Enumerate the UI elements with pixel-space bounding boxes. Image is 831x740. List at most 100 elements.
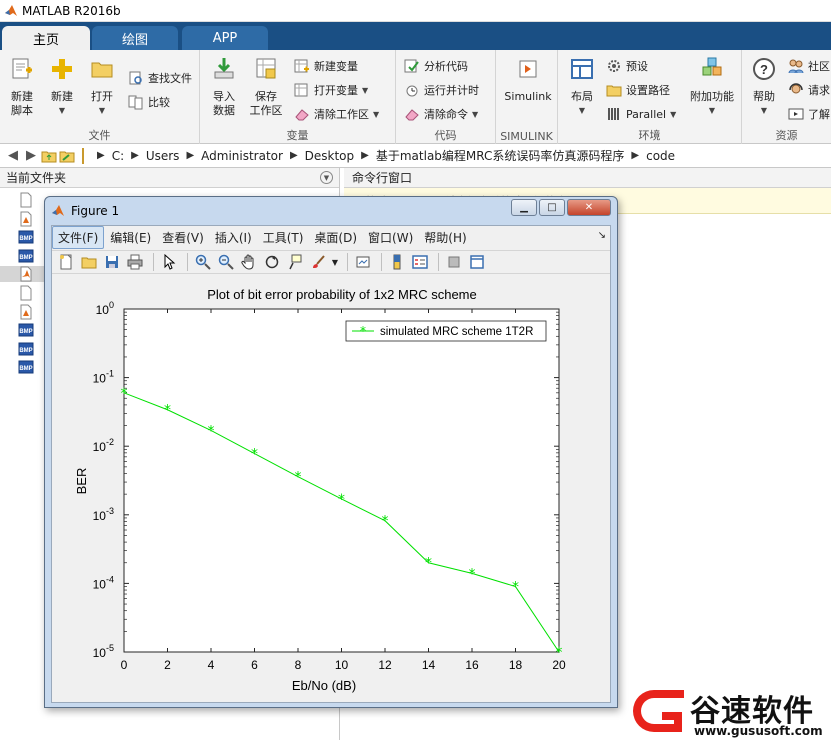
menu-view[interactable]: 查看(V) xyxy=(157,227,209,248)
x-axis-label: Eb/No (dB) xyxy=(292,678,356,693)
analyze-code-icon xyxy=(404,59,419,73)
brush-icon[interactable] xyxy=(308,252,328,272)
import-data-button[interactable]: 导入 数据 xyxy=(202,56,246,118)
command-window-title: 命令行窗口 xyxy=(352,171,413,185)
open-variable-button[interactable]: 打开变量 ▼ xyxy=(294,80,368,100)
dock-arrow-icon[interactable]: ↘ xyxy=(598,230,606,241)
new-variable-button[interactable]: 新建变量 xyxy=(294,56,358,76)
pan-icon[interactable] xyxy=(239,252,259,272)
browse-folder-icon[interactable] xyxy=(58,147,76,165)
layout-icon xyxy=(571,59,593,79)
close-button[interactable]: ✕ xyxy=(567,199,611,216)
path-segment[interactable]: Administrator xyxy=(201,149,283,163)
new-button[interactable]: 新建 ▼ xyxy=(40,56,84,118)
menu-window[interactable]: 窗口(W) xyxy=(363,227,418,248)
new-figure-icon[interactable] xyxy=(56,252,76,272)
legend[interactable]: * simulated MRC scheme 1T2R xyxy=(345,320,547,342)
bmp-file-icon[interactable]: BMP xyxy=(18,322,36,338)
menu-edit[interactable]: 编辑(E) xyxy=(105,227,156,248)
file-group-label: 文件 xyxy=(88,129,111,142)
forward-arrow-icon[interactable]: ▶ xyxy=(22,147,40,165)
clear-commands-button[interactable]: 清除命令 ▼ xyxy=(404,104,478,124)
fig-file-icon[interactable] xyxy=(18,211,36,227)
save-workspace-button[interactable]: 保存 工作区 xyxy=(244,56,288,118)
chevron-down-icon: ▼ xyxy=(472,109,479,119)
set-path-button[interactable]: 设置路径 xyxy=(606,80,670,100)
minimize-button[interactable]: ▁ xyxy=(511,199,537,216)
menu-file[interactable]: 文件(F) xyxy=(52,225,105,249)
new-script-label: 新建 脚本 xyxy=(11,90,33,117)
fig-file-icon[interactable] xyxy=(18,304,36,320)
zoom-out-icon[interactable] xyxy=(216,252,236,272)
show-plot-tools-icon[interactable] xyxy=(467,252,487,272)
tab-plots[interactable]: 绘图 xyxy=(92,26,178,50)
path-segment[interactable]: C: xyxy=(112,149,124,163)
find-files-button[interactable]: 查找文件 xyxy=(128,68,192,88)
open-button[interactable]: 打开 ▼ xyxy=(80,56,124,118)
addons-button[interactable]: 附加功能 ▼ xyxy=(686,56,738,118)
path-separator: ▶ xyxy=(289,150,298,161)
menu-tools[interactable]: 工具(T) xyxy=(258,227,309,248)
path-segment[interactable]: code xyxy=(646,149,675,163)
link-icon[interactable] xyxy=(353,252,373,272)
colorbar-icon[interactable] xyxy=(387,252,407,272)
new-script-button[interactable]: 新建 脚本 xyxy=(0,56,44,118)
path-segment[interactable]: Users xyxy=(146,149,180,163)
matlab-file-icon[interactable] xyxy=(0,266,44,283)
data-point: * xyxy=(382,514,389,530)
run-and-time-button[interactable]: 运行并计时 xyxy=(404,80,479,100)
chevron-down-icon: ▼ xyxy=(670,109,677,119)
maximize-button[interactable]: □ xyxy=(539,199,565,216)
path-segment[interactable]: Desktop xyxy=(305,149,355,163)
data-point: * xyxy=(556,645,563,661)
new-variable-label: 新建变量 xyxy=(314,60,358,73)
rotate-icon[interactable] xyxy=(262,252,282,272)
simulink-button[interactable]: Simulink xyxy=(502,56,554,104)
layout-button[interactable]: 布局 ▼ xyxy=(560,56,604,118)
pointer-icon[interactable] xyxy=(159,252,179,272)
toolbar-separator xyxy=(347,253,348,271)
path-separator: ▶ xyxy=(186,150,195,161)
help-button[interactable]: ? 帮助 ▼ xyxy=(742,56,786,118)
ber-chart: Plot of bit error probability of 1x2 MRC… xyxy=(74,287,566,693)
request-support-button[interactable]: 请求 xyxy=(788,80,830,100)
up-folder-icon[interactable] xyxy=(40,147,58,165)
print-icon[interactable] xyxy=(125,252,145,272)
community-button[interactable]: 社区 xyxy=(788,56,830,76)
help-icon: ? xyxy=(753,58,775,80)
compare-button[interactable]: 比较 xyxy=(128,92,170,112)
parallel-button[interactable]: Parallel ▼ xyxy=(606,104,676,124)
watermark-url: www.gususoft.com xyxy=(694,724,823,738)
learn-button[interactable]: 了解 xyxy=(788,104,830,124)
blank-file-icon[interactable] xyxy=(18,285,36,301)
back-arrow-icon[interactable]: ◀ xyxy=(4,147,22,165)
path-segment[interactable]: 基于matlab编程MRC系统误码率仿真源码程序 xyxy=(376,147,625,164)
data-point: * xyxy=(512,580,519,596)
brush-dropdown-icon[interactable]: ▼ xyxy=(331,252,339,272)
analyze-code-button[interactable]: 分析代码 xyxy=(404,56,468,76)
preferences-button[interactable]: 预设 xyxy=(606,56,648,76)
x-tick-label: 8 xyxy=(295,658,302,672)
bmp-file-icon[interactable]: BMP xyxy=(18,248,36,264)
tab-apps[interactable]: APP xyxy=(182,26,268,50)
clear-workspace-button[interactable]: 清除工作区 ▼ xyxy=(294,104,379,124)
zoom-in-icon[interactable] xyxy=(193,252,213,272)
open-icon[interactable] xyxy=(79,252,99,272)
menu-insert[interactable]: 插入(I) xyxy=(210,227,257,248)
blank-file-icon[interactable] xyxy=(18,192,36,208)
save-icon[interactable] xyxy=(102,252,122,272)
chevron-down-icon: ▼ xyxy=(708,106,716,115)
tab-home[interactable]: 主页 xyxy=(2,26,90,50)
bmp-file-icon[interactable]: BMP xyxy=(18,341,36,357)
menu-help[interactable]: 帮助(H) xyxy=(419,227,471,248)
data-cursor-icon[interactable] xyxy=(285,252,305,272)
plus-icon xyxy=(52,59,72,79)
hide-plot-tools-icon[interactable] xyxy=(444,252,464,272)
menu-desktop[interactable]: 桌面(D) xyxy=(309,227,362,248)
open-label: 打开 xyxy=(91,90,113,103)
bmp-file-icon[interactable]: BMP xyxy=(18,229,36,245)
legend-icon[interactable] xyxy=(410,252,430,272)
panel-menu-icon[interactable]: ▼ xyxy=(320,171,333,184)
svg-text:BMP: BMP xyxy=(19,329,32,335)
bmp-file-icon[interactable]: BMP xyxy=(18,359,36,375)
